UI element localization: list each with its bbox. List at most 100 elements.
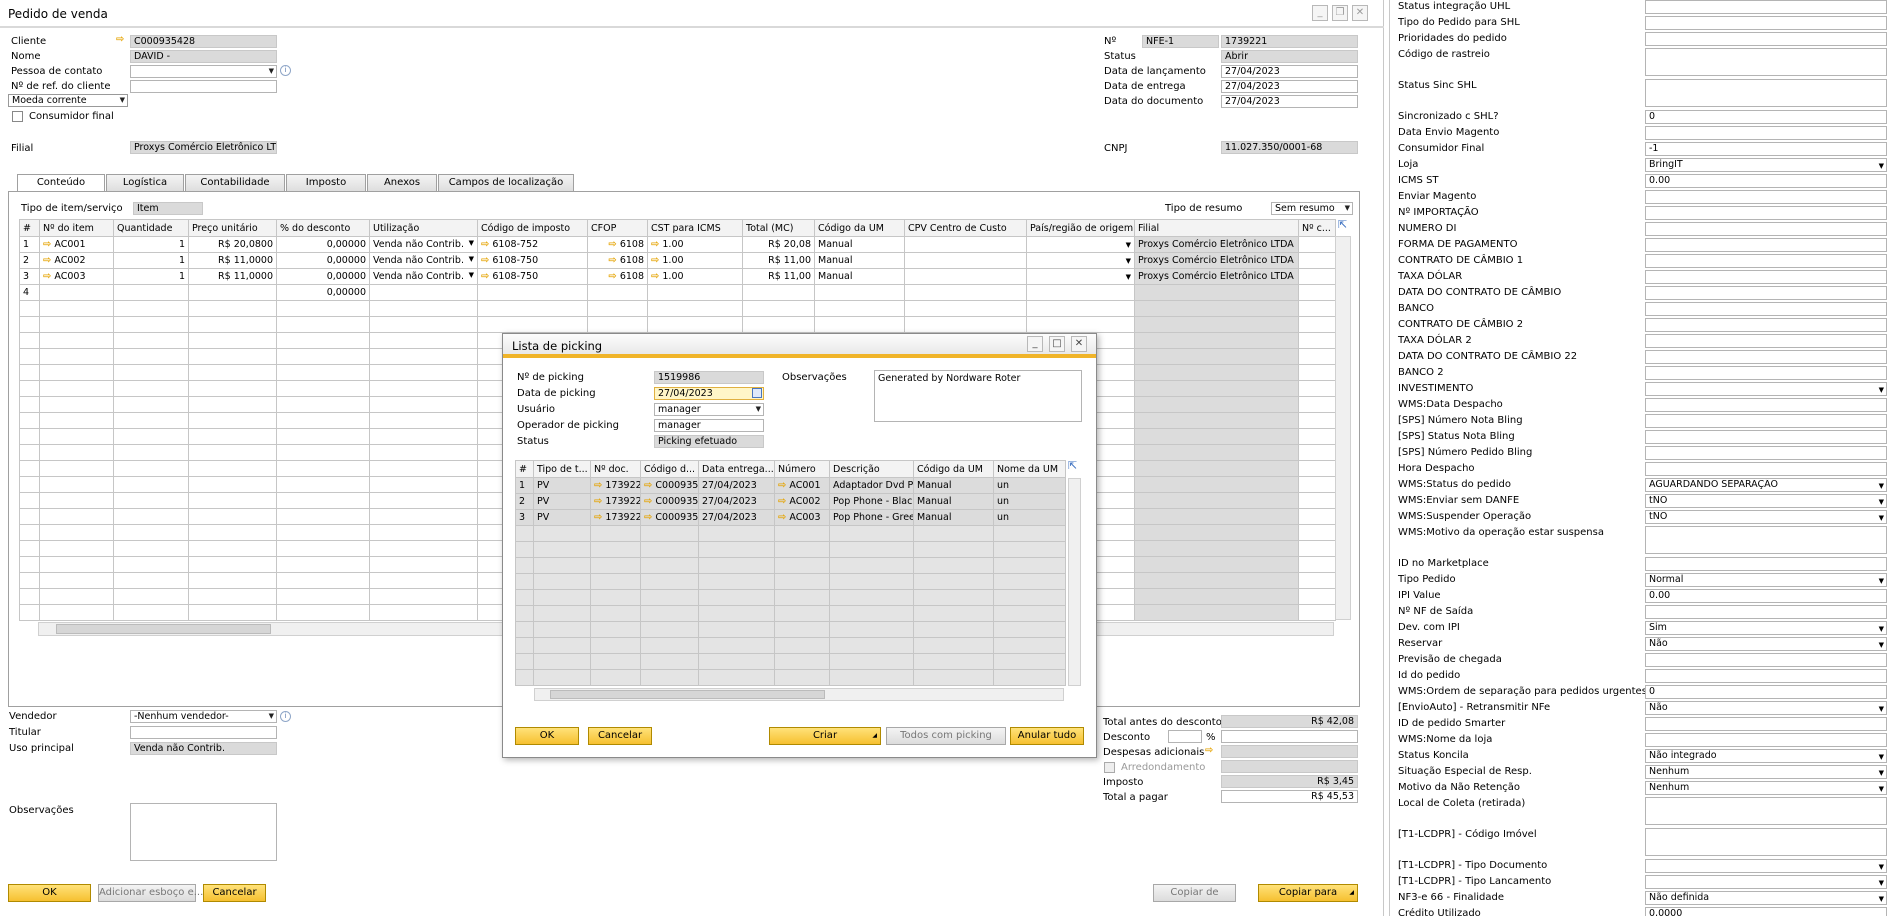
link-arrow-icon[interactable]: ⇨ <box>778 481 786 491</box>
table-cell[interactable] <box>113 588 189 605</box>
table-cell[interactable]: ⇨ AC001 <box>39 236 114 253</box>
col-header[interactable]: Código de imposto <box>477 219 588 237</box>
picking-cell[interactable]: ⇨ C000935 <box>640 493 699 510</box>
table-row[interactable]: 1 ⇨ AC001 1 R$ 20,0800 0,00000 Venda não Contr… <box>19 236 1336 253</box>
udf-select[interactable]: Não <box>1645 637 1887 651</box>
picking-cell[interactable] <box>515 525 534 542</box>
table-cell[interactable] <box>276 332 370 349</box>
picking-cell[interactable]: 27/04/2023 <box>698 493 775 510</box>
table-cell[interactable] <box>587 300 648 317</box>
picking-cell[interactable] <box>515 621 534 638</box>
picking-cell[interactable] <box>698 621 775 638</box>
table-cell[interactable] <box>1134 508 1299 525</box>
picking-cell[interactable] <box>913 573 994 590</box>
picking-cell[interactable] <box>993 573 1066 590</box>
picking-cell[interactable] <box>829 589 914 606</box>
table-cell[interactable] <box>1134 332 1299 349</box>
picking-cell[interactable] <box>829 605 914 622</box>
picking-row[interactable] <box>515 605 1066 622</box>
link-arrow-icon[interactable]: ⇨ <box>608 240 616 250</box>
table-cell[interactable]: ⇨ 6108-750 <box>477 252 588 269</box>
table-cell[interactable] <box>113 428 189 445</box>
tab-logistica[interactable]: Logística <box>106 174 184 191</box>
table-cell[interactable] <box>369 284 478 301</box>
dropdown-icon[interactable]: ▼ <box>469 271 474 279</box>
entrega-field[interactable]: 27/04/2023 <box>1221 80 1358 93</box>
udf-field[interactable] <box>1645 222 1887 236</box>
table-cell[interactable]: 0,00000 <box>276 236 370 253</box>
udf-field[interactable]: 0 <box>1645 685 1887 699</box>
table-cell[interactable] <box>276 508 370 525</box>
picking-cell[interactable] <box>829 637 914 654</box>
picking-cell[interactable] <box>590 589 641 606</box>
picking-cell[interactable]: ⇨ AC003 <box>774 509 830 526</box>
udf-field[interactable] <box>1645 828 1887 856</box>
col-header[interactable]: Filial <box>1134 219 1299 237</box>
link-arrow-icon[interactable]: ⇨ <box>651 272 659 282</box>
table-cell[interactable] <box>188 604 277 621</box>
udf-field[interactable] <box>1645 430 1887 444</box>
picking-cell[interactable] <box>829 573 914 590</box>
picking-cell[interactable] <box>640 637 699 654</box>
udf-select[interactable]: Não integrado <box>1645 749 1887 763</box>
table-cell[interactable] <box>113 524 189 541</box>
table-cell[interactable] <box>39 428 114 445</box>
table-cell[interactable] <box>276 604 370 621</box>
picking-cell[interactable] <box>698 573 775 590</box>
picking-cell[interactable]: Manual <box>913 477 994 494</box>
picking-cell[interactable] <box>515 669 534 686</box>
picking-cell[interactable]: ⇨ C000935 <box>640 477 699 494</box>
table-cell[interactable] <box>188 476 277 493</box>
picking-col-header[interactable]: Descrição <box>829 460 914 478</box>
picking-cell[interactable] <box>533 589 591 606</box>
table-cell[interactable] <box>587 316 648 333</box>
table-cell[interactable] <box>1298 476 1336 493</box>
table-cell[interactable] <box>113 572 189 589</box>
udf-field[interactable] <box>1645 286 1887 300</box>
picking-cell[interactable] <box>590 525 641 542</box>
table-cell[interactable] <box>477 316 588 333</box>
table-cell[interactable] <box>369 364 478 381</box>
picking-cell[interactable] <box>515 653 534 670</box>
udf-field[interactable] <box>1645 190 1887 204</box>
col-header[interactable]: Nº c... <box>1298 219 1336 237</box>
picking-cell[interactable] <box>993 637 1066 654</box>
table-cell[interactable] <box>276 380 370 397</box>
table-cell[interactable] <box>113 332 189 349</box>
tab-anexos[interactable]: Anexos <box>367 174 437 191</box>
table-cell[interactable] <box>904 300 1027 317</box>
picking-cell[interactable]: ⇨ 173922 <box>590 477 641 494</box>
table-cell[interactable]: ⇨ 1.00 <box>647 268 743 285</box>
picking-cell[interactable] <box>993 621 1066 638</box>
table-cell[interactable] <box>188 316 277 333</box>
nome-field[interactable]: DAVID - <box>130 50 277 63</box>
table-cell[interactable] <box>369 316 478 333</box>
table-cell[interactable] <box>814 284 905 301</box>
moeda-select[interactable]: Moeda corrente <box>8 94 128 107</box>
col-header[interactable]: # <box>19 219 40 237</box>
table-cell[interactable] <box>19 348 40 365</box>
table-cell[interactable] <box>369 508 478 525</box>
table-cell[interactable] <box>1134 284 1299 301</box>
table-cell[interactable] <box>276 300 370 317</box>
table-cell[interactable] <box>1298 428 1336 445</box>
maximize-button[interactable]: ❐ <box>1332 5 1348 21</box>
picking-cell[interactable]: un <box>993 493 1066 510</box>
table-cell[interactable] <box>1134 412 1299 429</box>
table-cell[interactable] <box>188 284 277 301</box>
table-cell[interactable]: ⇨ 6108 <box>587 236 648 253</box>
picking-all-button[interactable]: Todos com picking <box>886 727 1006 745</box>
serie-select[interactable]: NFE-1 <box>1142 35 1219 48</box>
picking-cancel-button[interactable]: Cancelar <box>588 727 652 745</box>
contato-select[interactable] <box>130 65 277 78</box>
copy-to-button[interactable]: Copiar para <box>1258 884 1358 902</box>
picking-col-header[interactable]: Código d... <box>640 460 699 478</box>
picking-cell[interactable]: 27/04/2023 <box>698 477 775 494</box>
picking-col-header[interactable]: Nome da UM <box>993 460 1066 478</box>
udf-field[interactable] <box>1645 797 1887 825</box>
picking-cell[interactable] <box>640 621 699 638</box>
picking-cell[interactable] <box>590 557 641 574</box>
table-cell[interactable] <box>1298 604 1336 621</box>
picking-cell[interactable]: PV <box>533 493 591 510</box>
table-cell[interactable] <box>369 476 478 493</box>
